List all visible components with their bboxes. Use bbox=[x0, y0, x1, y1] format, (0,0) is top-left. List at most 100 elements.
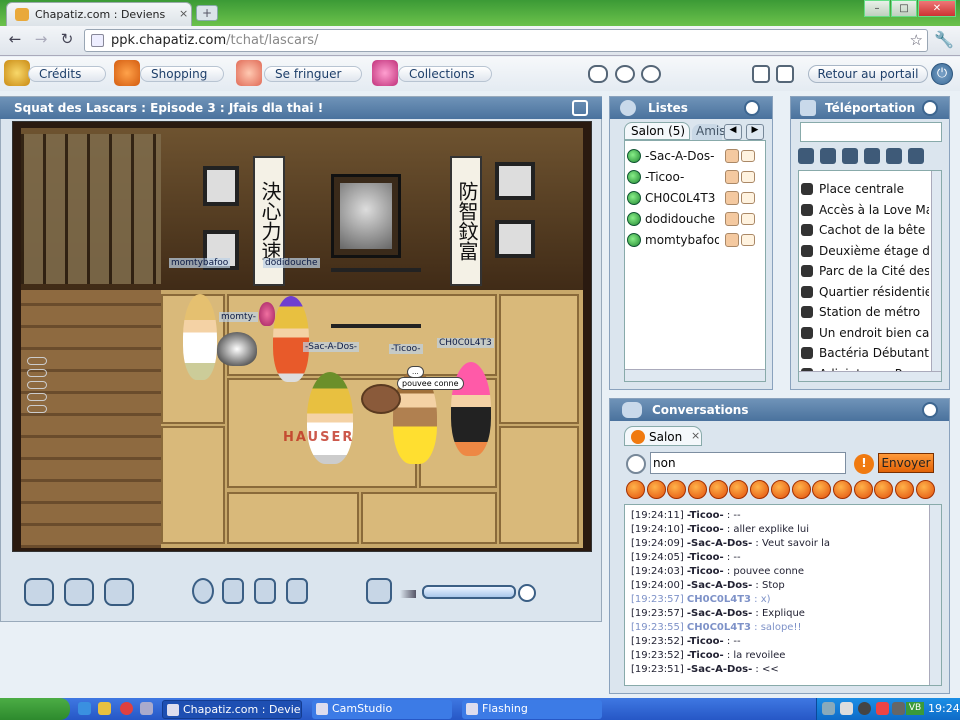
emoticon-icon[interactable] bbox=[646, 480, 666, 499]
back-arrow-icon[interactable]: ← bbox=[4, 30, 26, 48]
tray-vb-icon[interactable]: VB bbox=[906, 702, 924, 715]
place-item[interactable]: Deuxième étage du bbox=[801, 241, 929, 262]
chat-input[interactable] bbox=[650, 452, 846, 474]
chat-bubble-icon[interactable] bbox=[588, 65, 608, 83]
emoticon-icon[interactable] bbox=[688, 480, 708, 499]
category-icon[interactable] bbox=[864, 148, 880, 164]
listes-close-icon[interactable] bbox=[744, 100, 760, 116]
collections-chest-icon[interactable] bbox=[372, 60, 398, 86]
category-icon[interactable] bbox=[842, 148, 858, 164]
shopping-bag-icon[interactable] bbox=[114, 60, 140, 86]
collections-button[interactable]: Collections bbox=[398, 66, 492, 82]
quicklaunch-app-icon[interactable] bbox=[140, 702, 153, 715]
se-fringuer-button[interactable]: Se fringuer bbox=[264, 66, 362, 82]
chat-author[interactable]: -Ticoo- bbox=[687, 510, 724, 521]
tray-network-icon[interactable] bbox=[822, 702, 835, 715]
maximize-button[interactable]: □ bbox=[891, 0, 917, 17]
phone-icon[interactable] bbox=[641, 65, 661, 83]
minimize-button[interactable]: – bbox=[864, 0, 890, 17]
tab-close-icon[interactable]: × bbox=[179, 7, 188, 20]
user-message-icon[interactable] bbox=[741, 149, 755, 162]
emoticon-icon[interactable] bbox=[729, 480, 749, 499]
user-profile-icon[interactable] bbox=[725, 169, 739, 184]
emoticon-icon[interactable] bbox=[915, 480, 935, 499]
room-map-icon[interactable] bbox=[572, 100, 588, 116]
user-list-scrollbar[interactable] bbox=[625, 369, 765, 381]
quicklaunch-ie-icon[interactable] bbox=[78, 702, 91, 715]
address-bar[interactable]: ppk.chapatiz.com/tchat/lascars/ ☆ bbox=[84, 29, 928, 52]
chat-author[interactable]: -Ticoo- bbox=[687, 566, 724, 577]
back-to-portal-button[interactable]: Retour au portail bbox=[808, 65, 928, 83]
place-item[interactable]: Accès à la Love Mac bbox=[801, 200, 929, 221]
conversations-close-icon[interactable] bbox=[922, 402, 938, 418]
place-item[interactable]: Cachot de la bête bbox=[801, 220, 929, 241]
emoticon-icon[interactable] bbox=[750, 480, 770, 499]
place-list-scrollbar[interactable] bbox=[931, 171, 941, 371]
chat-author[interactable]: -Ticoo- bbox=[687, 650, 724, 661]
place-item[interactable]: Station de métro bbox=[801, 302, 929, 323]
friends-icon[interactable] bbox=[615, 65, 635, 83]
user-list-item[interactable]: momtybafoo bbox=[627, 229, 765, 250]
tab-next-arrow-icon[interactable]: ▶ bbox=[746, 124, 764, 140]
chat-author[interactable]: -Ticoo- bbox=[687, 636, 724, 647]
emoticon-icon[interactable] bbox=[812, 480, 832, 499]
clothes-icon[interactable] bbox=[236, 60, 262, 86]
chat-check-icon[interactable] bbox=[104, 578, 134, 606]
shopping-button[interactable]: Shopping bbox=[140, 66, 224, 82]
emoticon-icon[interactable] bbox=[791, 480, 811, 499]
window-restore-icon[interactable] bbox=[776, 65, 794, 83]
tray-app-icon[interactable] bbox=[892, 702, 905, 715]
emoticon-icon[interactable] bbox=[853, 480, 873, 499]
chat-author[interactable]: -Sac-A-Dos- bbox=[687, 580, 752, 591]
bag-action-icon[interactable] bbox=[192, 578, 214, 604]
quicklaunch-folder-icon[interactable] bbox=[98, 702, 111, 715]
new-tab-button[interactable]: + bbox=[196, 5, 218, 21]
place-item[interactable]: Place centrale bbox=[801, 179, 929, 200]
emoticon-icon[interactable] bbox=[770, 480, 790, 499]
place-list-hscrollbar[interactable] bbox=[799, 371, 941, 381]
smiley-icon[interactable] bbox=[626, 454, 646, 474]
reload-icon[interactable]: ↻ bbox=[56, 30, 78, 48]
power-icon[interactable]: ⏻ bbox=[931, 63, 953, 85]
user-list-item[interactable]: dodidouche bbox=[627, 208, 765, 229]
tab-prev-arrow-icon[interactable]: ◀ bbox=[724, 124, 742, 140]
user-message-icon[interactable] bbox=[741, 170, 755, 183]
volume-knob-icon[interactable] bbox=[518, 584, 536, 602]
chat-log-scrollbar[interactable] bbox=[929, 505, 941, 685]
window-layout-icon[interactable] bbox=[752, 65, 770, 83]
tab-amis[interactable]: Amis bbox=[692, 124, 725, 140]
quicklaunch-chrome-icon[interactable] bbox=[120, 702, 133, 715]
teleport-close-icon[interactable] bbox=[922, 100, 938, 116]
emoticon-icon[interactable] bbox=[667, 480, 687, 499]
tab-salon[interactable]: Salon (5) bbox=[624, 122, 690, 140]
emoticon-icon[interactable] bbox=[708, 480, 728, 499]
map-scroll-icon[interactable] bbox=[366, 578, 392, 604]
user-list-item[interactable]: CH0C0L4T3 bbox=[627, 187, 765, 208]
category-icon[interactable] bbox=[886, 148, 902, 164]
emoticon-icon[interactable] bbox=[832, 480, 852, 499]
refresh-action-icon[interactable] bbox=[24, 578, 54, 606]
user-profile-icon[interactable] bbox=[725, 190, 739, 205]
bookmark-star-icon[interactable]: ☆ bbox=[910, 31, 923, 49]
user-list-item[interactable]: -Sac-A-Dos- bbox=[627, 145, 765, 166]
sit-action-icon[interactable] bbox=[222, 578, 244, 604]
place-item[interactable]: Quartier résidentiel bbox=[801, 282, 929, 303]
category-icon[interactable] bbox=[820, 148, 836, 164]
chat-author[interactable]: -Ticoo- bbox=[687, 552, 724, 563]
user-message-icon[interactable] bbox=[741, 212, 755, 225]
mood-action-icon[interactable] bbox=[286, 578, 308, 604]
category-icon[interactable] bbox=[908, 148, 924, 164]
forward-arrow-icon[interactable]: → bbox=[30, 30, 52, 48]
emoticon-icon[interactable] bbox=[894, 480, 914, 499]
emoticon-icon[interactable] bbox=[874, 480, 894, 499]
coins-icon[interactable] bbox=[4, 60, 30, 86]
category-icon[interactable] bbox=[798, 148, 814, 164]
user-message-icon[interactable] bbox=[741, 233, 755, 246]
volume-slider[interactable] bbox=[422, 585, 516, 599]
dance-action-icon[interactable] bbox=[254, 578, 276, 604]
teleport-search-input[interactable] bbox=[800, 122, 942, 142]
avatar-sac-a-dos[interactable] bbox=[273, 296, 309, 382]
user-profile-icon[interactable] bbox=[725, 211, 739, 226]
place-item[interactable]: Parc de la Cité des bbox=[801, 261, 929, 282]
chat-author[interactable]: -Ticoo- bbox=[687, 524, 724, 535]
